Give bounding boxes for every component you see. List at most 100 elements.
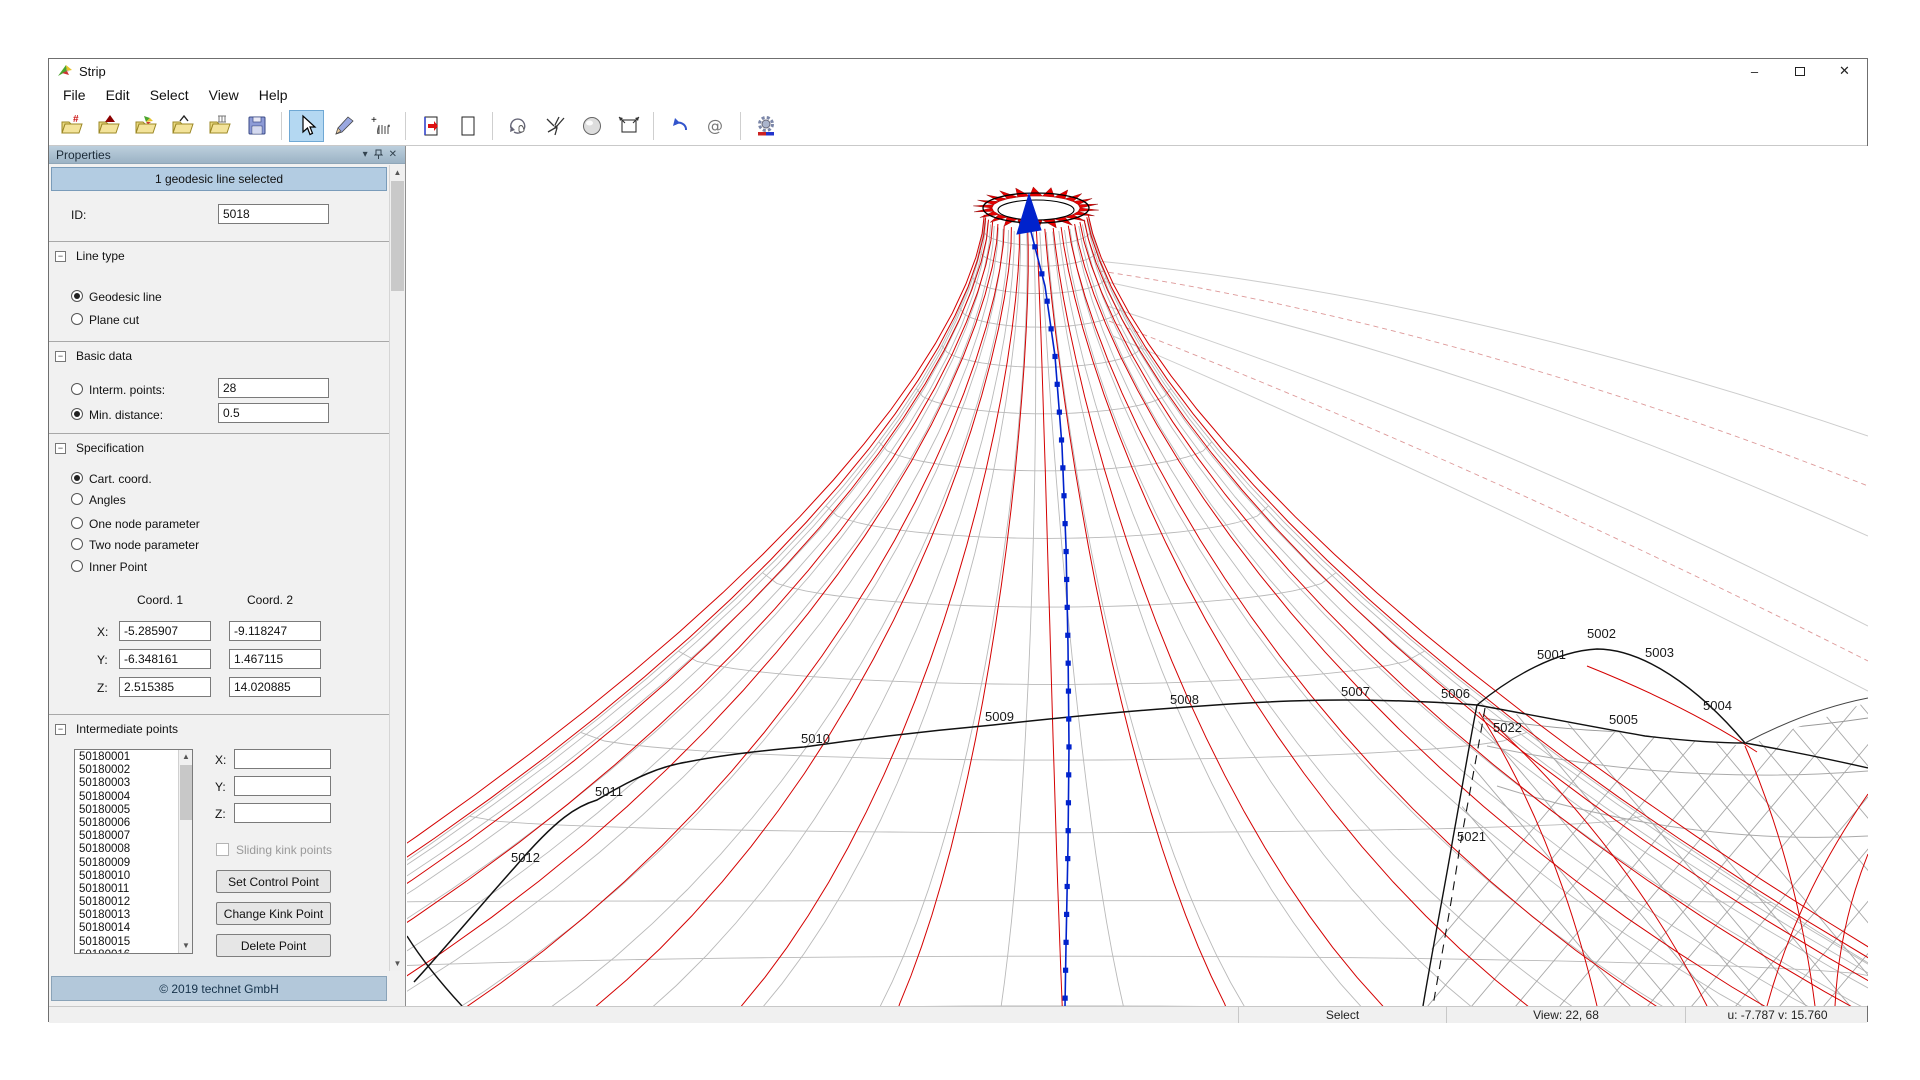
draw-pencil-button[interactable]	[326, 110, 361, 142]
import-page-button[interactable]	[413, 110, 448, 142]
interm-points-field[interactable]	[218, 378, 329, 398]
point-x-field[interactable]	[234, 749, 331, 769]
scroll-thumb[interactable]	[391, 181, 404, 291]
list-item[interactable]: 50180005	[75, 804, 178, 817]
radio-interm-points[interactable]	[71, 383, 83, 395]
group-line-type[interactable]: −Line type	[55, 249, 125, 263]
delete-point-button[interactable]: Delete Point	[216, 934, 331, 957]
open-hash-folder-icon: #	[60, 114, 84, 138]
radio-one-node[interactable]	[71, 517, 83, 529]
scroll-up-icon[interactable]: ▲	[390, 165, 405, 180]
point-z-field[interactable]	[234, 803, 331, 823]
close-button[interactable]: ✕	[1822, 59, 1867, 83]
coord2-z-field[interactable]	[229, 677, 321, 697]
open-hash-folder-button[interactable]: #	[54, 110, 89, 142]
collapse-icon[interactable]: −	[55, 351, 66, 362]
point-z-label: Z:	[215, 807, 226, 821]
list-item[interactable]: 50180009	[75, 857, 178, 870]
menu-select[interactable]: Select	[140, 84, 199, 106]
radio-plane-cut[interactable]	[71, 313, 83, 325]
scroll-down-icon[interactable]: ▼	[390, 956, 405, 971]
list-item[interactable]: 50180011	[75, 883, 178, 896]
open-roof-folder-button[interactable]	[165, 110, 200, 142]
minimize-button[interactable]: –	[1732, 59, 1777, 83]
scroll-down-icon[interactable]: ▼	[179, 939, 193, 953]
list-item[interactable]: 50180014	[75, 922, 178, 935]
select-cursor-button[interactable]	[289, 110, 324, 142]
change-kink-point-button[interactable]: Change Kink Point	[216, 902, 331, 925]
coord1-y-field[interactable]	[119, 649, 211, 669]
sphere-view-button[interactable]	[574, 110, 609, 142]
coord2-x-field[interactable]	[229, 621, 321, 641]
menu-edit[interactable]: Edit	[96, 84, 140, 106]
collapse-icon[interactable]: −	[55, 251, 66, 262]
refresh-burst-button[interactable]	[537, 110, 572, 142]
radio-geodesic-line[interactable]	[71, 290, 83, 302]
group-intermediate-points[interactable]: −Intermediate points	[55, 722, 178, 736]
group-basic-data[interactable]: −Basic data	[55, 349, 132, 363]
menu-view[interactable]: View	[199, 84, 249, 106]
id-field[interactable]	[218, 204, 329, 224]
panel-close-icon[interactable]: ✕	[389, 149, 397, 160]
rotate-hand-button[interactable]	[500, 110, 535, 142]
open-triangle-folder-button[interactable]	[91, 110, 126, 142]
list-item[interactable]: 50180008	[75, 843, 178, 856]
open-cage-folder-icon	[208, 114, 232, 138]
page-icon	[456, 114, 480, 138]
coord2-y-field[interactable]	[229, 649, 321, 669]
save-icon	[245, 114, 269, 138]
list-item[interactable]: 50180007	[75, 830, 178, 843]
add-point-hand-button[interactable]: +	[363, 110, 398, 142]
toolbar: # + @	[49, 107, 1867, 146]
list-item[interactable]: 50180012	[75, 896, 178, 909]
set-control-point-button[interactable]: Set Control Point	[216, 870, 331, 893]
coord1-z-field[interactable]	[119, 677, 211, 697]
radio-angles[interactable]	[71, 493, 83, 505]
intermediate-points-list[interactable]: 5018000150180002501800035018000450180005…	[74, 749, 193, 954]
list-item[interactable]: 50180004	[75, 791, 178, 804]
menu-help[interactable]: Help	[249, 84, 298, 106]
open-strip-folder-button[interactable]	[128, 110, 163, 142]
list-item[interactable]: 50180006	[75, 817, 178, 830]
scroll-thumb[interactable]	[180, 765, 192, 820]
panel-dropdown-icon[interactable]: ▾	[363, 149, 368, 160]
radio-two-node[interactable]	[71, 538, 83, 550]
list-item[interactable]: 50180016	[75, 949, 178, 954]
settings-gear-button[interactable]	[748, 110, 783, 142]
scroll-up-icon[interactable]: ▲	[179, 750, 193, 764]
undo-button[interactable]	[661, 110, 696, 142]
radio-inner-point[interactable]	[71, 560, 83, 572]
model-viewport[interactable]: 5012501150105009500850075006502250215005…	[407, 146, 1868, 1006]
panel-pin-icon[interactable]	[374, 149, 383, 160]
list-item[interactable]: 50180010	[75, 870, 178, 883]
panel-header[interactable]: Properties ▾ ✕	[49, 146, 405, 164]
panel-scrollbar[interactable]: ▲ ▼	[389, 165, 405, 971]
list-item[interactable]: 50180003	[75, 777, 178, 790]
open-cage-folder-button[interactable]	[202, 110, 237, 142]
collapse-icon[interactable]: −	[55, 443, 66, 454]
group-specification[interactable]: −Specification	[55, 441, 144, 455]
list-scrollbar[interactable]: ▲ ▼	[178, 750, 192, 953]
list-item[interactable]: 50180002	[75, 764, 178, 777]
redo-at-icon: @	[704, 114, 728, 138]
list-item[interactable]: 50180013	[75, 909, 178, 922]
min-distance-field[interactable]	[218, 403, 329, 423]
two-node-label: Two node parameter	[89, 538, 199, 552]
list-item[interactable]: 50180015	[75, 936, 178, 949]
page-button[interactable]	[450, 110, 485, 142]
collapse-icon[interactable]: −	[55, 724, 66, 735]
zoom-window-button[interactable]	[611, 110, 646, 142]
radio-min-distance[interactable]	[71, 408, 83, 420]
point-y-field[interactable]	[234, 776, 331, 796]
line-label-5011: 5011	[595, 784, 623, 799]
redo-at-button[interactable]: @	[698, 110, 733, 142]
menu-bar: FileEditSelectViewHelp	[49, 83, 1867, 107]
list-item[interactable]: 50180001	[75, 751, 178, 764]
maximize-button[interactable]	[1777, 59, 1822, 83]
coord1-x-field[interactable]	[119, 621, 211, 641]
sliding-kink-checkbox[interactable]	[216, 843, 229, 856]
save-button[interactable]	[239, 110, 274, 142]
menu-file[interactable]: File	[53, 84, 96, 106]
radio-cart-coord[interactable]	[71, 472, 83, 484]
line-label-5021: 5021	[1457, 829, 1486, 844]
